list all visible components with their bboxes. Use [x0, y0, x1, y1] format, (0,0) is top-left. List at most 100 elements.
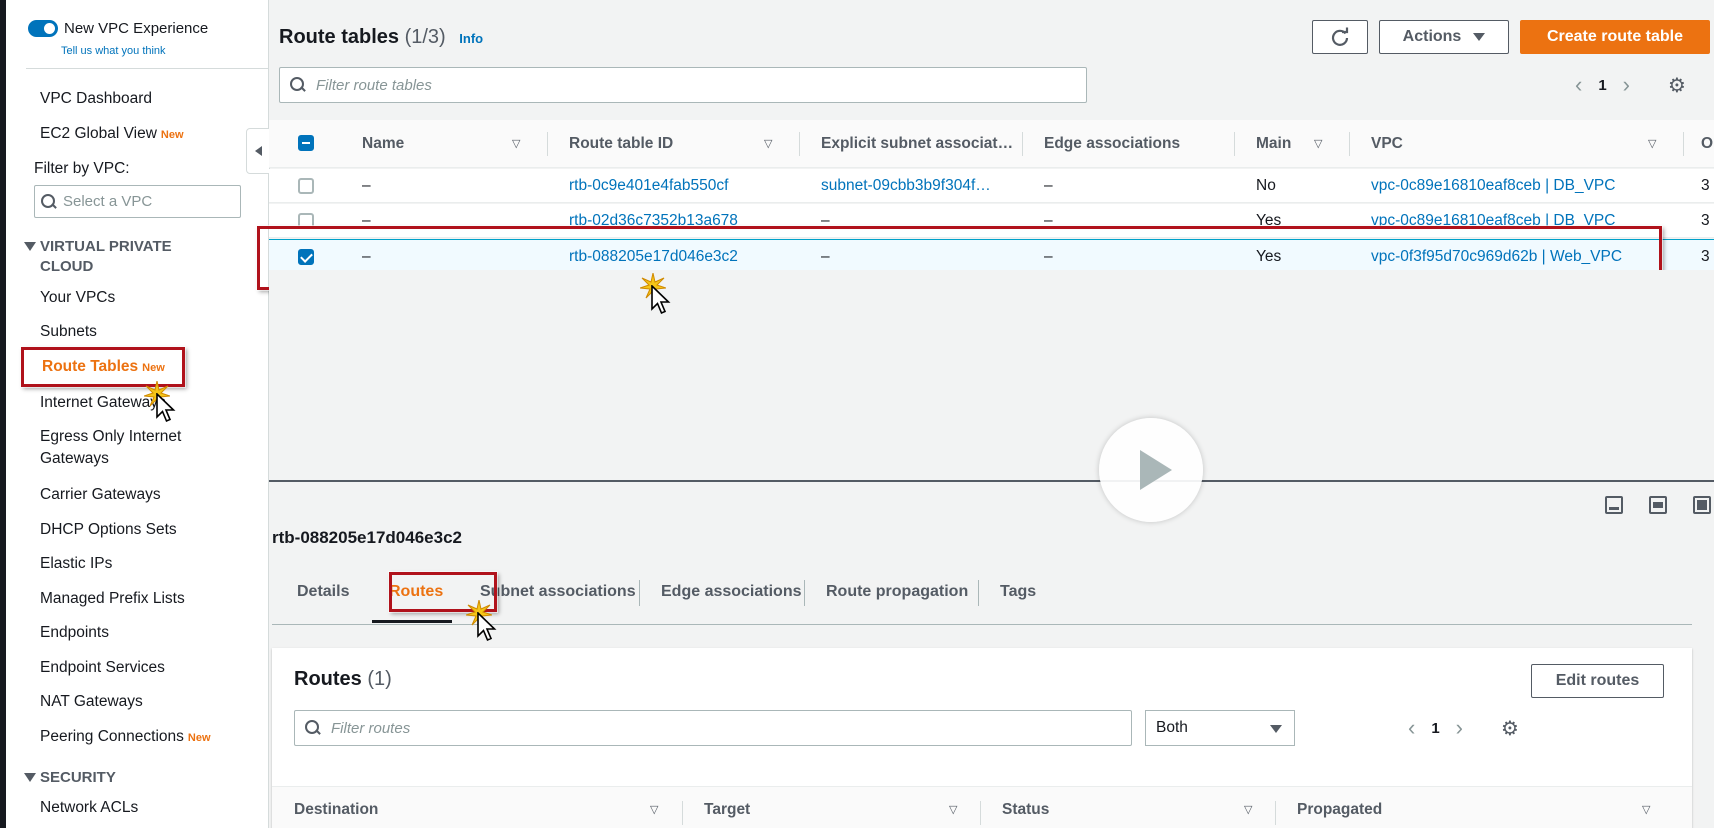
column-header-owner[interactable]: O — [1701, 120, 1713, 168]
vpc-filter-select[interactable]: Select a VPC — [34, 185, 241, 218]
sidebar-item-label: Peering Connections — [40, 728, 184, 745]
sidebar-item-endpoint-services[interactable]: Endpoint Services — [40, 657, 165, 679]
sidebar-item-elastic-ips[interactable]: Elastic IPs — [40, 553, 112, 575]
actions-label: Actions — [1402, 28, 1462, 45]
sidebar-item-label: EC2 Global View — [40, 125, 157, 142]
chevron-right-icon[interactable]: › — [1456, 715, 1463, 741]
sidebar-item-subnets[interactable]: Subnets — [40, 321, 97, 343]
sidebar-item-your-vpcs[interactable]: Your VPCs — [40, 287, 115, 309]
sidebar-item-vpc-dashboard[interactable]: VPC Dashboard — [40, 88, 152, 110]
panel-side-icon[interactable] — [1649, 496, 1667, 514]
mouse-pointer-icon — [156, 393, 176, 423]
panel-position-icons — [1579, 496, 1711, 514]
sidebar-item-peering-connections[interactable]: Peering Connections New — [40, 726, 211, 749]
chevron-left-icon[interactable]: ‹ — [1575, 72, 1582, 98]
chevron-left-icon[interactable]: ‹ — [1408, 715, 1415, 741]
tab-edge-associations[interactable]: Edge associations — [661, 570, 802, 614]
route-filter-select[interactable]: Both — [1145, 710, 1295, 746]
sort-icon[interactable]: ▽ — [1314, 137, 1322, 150]
page-number[interactable]: 1 — [1431, 720, 1439, 737]
new-vpc-toggle-row[interactable]: New VPC Experience — [28, 20, 208, 37]
sidebar-item-nat-gateways[interactable]: NAT Gateways — [40, 691, 143, 713]
route-tables-search-input[interactable]: Filter route tables — [279, 67, 1087, 103]
refresh-icon — [1331, 27, 1349, 46]
page-title: Route tables (1/3) Info — [279, 26, 483, 49]
column-header-main[interactable]: Main — [1256, 120, 1291, 168]
column-header-name[interactable]: Name — [362, 120, 404, 168]
routes-count: (1) — [367, 668, 392, 690]
row-checkbox[interactable] — [298, 178, 314, 194]
section-security[interactable]: SECURITY — [24, 768, 116, 788]
actions-button[interactable]: Actions — [1379, 20, 1509, 54]
details-title: rtb-088205e17d046e3c2 — [272, 528, 462, 547]
route-table-id-link[interactable]: rtb-0c9e401e4fab550cf — [569, 169, 728, 203]
new-vpc-toggle[interactable] — [28, 20, 58, 37]
column-label: Main — [1256, 135, 1292, 152]
column-header-propagated[interactable]: Propagated — [1297, 801, 1382, 819]
column-label: Name — [362, 135, 405, 152]
sidebar-item-managed-prefix-lists[interactable]: Managed Prefix Lists — [40, 588, 185, 610]
column-header-edge-associations[interactable]: Edge associations — [1044, 120, 1180, 168]
tab-details[interactable]: Details — [297, 570, 349, 614]
panel-bottom-icon[interactable] — [1605, 496, 1623, 514]
sidebar-item-dhcp-options-sets[interactable]: DHCP Options Sets — [40, 519, 177, 541]
search-icon — [305, 720, 321, 736]
sort-icon[interactable]: ▽ — [764, 137, 772, 150]
gear-icon[interactable]: ⚙ — [1668, 73, 1686, 98]
new-vpc-toggle-label: New VPC Experience — [64, 20, 209, 37]
subnet-link[interactable]: subnet-09cbb3b9f304f… — [821, 169, 991, 203]
search-icon — [41, 193, 57, 210]
column-label: Explicit subnet associat… — [821, 135, 1014, 152]
refresh-button[interactable] — [1312, 20, 1368, 54]
column-header-target[interactable]: Target — [704, 801, 750, 819]
vpc-link[interactable]: vpc-0c89e16810eaf8ceb | DB_VPC — [1371, 169, 1615, 203]
split-panel-divider[interactable] — [269, 480, 1714, 482]
route-tables-header-row: Name ▽ Route table ID ▽ Explicit subnet … — [269, 120, 1714, 168]
sidebar-item-label: Carrier Gateways — [40, 486, 161, 503]
sidebar-item-label: NAT Gateways — [40, 693, 143, 710]
sort-icon[interactable]: ▽ — [1648, 137, 1656, 150]
caret-down-icon — [24, 242, 36, 251]
gear-icon[interactable]: ⚙ — [1501, 716, 1519, 741]
column-header-status[interactable]: Status — [1002, 801, 1049, 819]
sort-icon[interactable]: ▽ — [650, 803, 658, 816]
select-all-checkbox[interactable] — [298, 135, 314, 151]
create-route-table-button[interactable]: Create route table — [1520, 20, 1710, 54]
sidebar-item-network-acls[interactable]: Network ACLs — [40, 797, 138, 819]
sidebar-item-label: Managed Prefix Lists — [40, 590, 185, 607]
sort-icon[interactable]: ▽ — [1642, 803, 1650, 816]
vpc-filter-placeholder: Select a VPC — [63, 193, 153, 210]
sidebar-item-egress-only-internet-gateways[interactable]: Egress Only Internet Gateways — [40, 426, 240, 470]
sidebar-collapse-button[interactable] — [246, 128, 270, 174]
video-play-button[interactable] — [1099, 418, 1203, 522]
column-header-destination[interactable]: Destination — [294, 801, 378, 819]
sort-icon[interactable]: ▽ — [512, 137, 520, 150]
column-header-explicit-subnet[interactable]: Explicit subnet associat… — [821, 120, 1013, 168]
feedback-link[interactable]: Tell us what you think — [61, 45, 166, 57]
tab-tags[interactable]: Tags — [1000, 570, 1036, 614]
table-row[interactable]: – rtb-0c9e401e4fab550cf subnet-09cbb3b9f… — [269, 169, 1714, 203]
panel-fullscreen-icon[interactable] — [1693, 496, 1711, 514]
routes-search-input[interactable]: Filter routes — [294, 710, 1132, 746]
section-virtual-private-cloud[interactable]: VIRTUAL PRIVATE CLOUD — [24, 237, 224, 277]
sort-icon[interactable]: ▽ — [1244, 803, 1252, 816]
column-header-route-table-id[interactable]: Route table ID — [569, 120, 673, 168]
column-header-vpc[interactable]: VPC — [1371, 120, 1403, 168]
mouse-pointer-icon — [477, 612, 497, 642]
info-link[interactable]: Info — [459, 31, 483, 46]
tab-route-propagation[interactable]: Route propagation — [826, 570, 968, 614]
sidebar-item-endpoints[interactable]: Endpoints — [40, 622, 109, 644]
tab-subnet-associations[interactable]: Subnet associations — [480, 570, 636, 614]
sort-icon[interactable]: ▽ — [949, 803, 957, 816]
sidebar-item-ec2-global-view[interactable]: EC2 Global View New — [40, 123, 184, 146]
routes-title-text: Routes — [294, 668, 362, 690]
chevron-right-icon[interactable]: › — [1623, 72, 1630, 98]
search-placeholder: Filter route tables — [316, 76, 432, 94]
edit-routes-label: Edit routes — [1555, 672, 1640, 689]
column-divider — [1349, 132, 1350, 156]
sidebar-item-carrier-gateways[interactable]: Carrier Gateways — [40, 484, 161, 506]
column-divider — [682, 801, 683, 825]
sidebar-item-label: Your VPCs — [40, 289, 116, 306]
page-number[interactable]: 1 — [1598, 77, 1606, 94]
edit-routes-button[interactable]: Edit routes — [1531, 664, 1664, 698]
